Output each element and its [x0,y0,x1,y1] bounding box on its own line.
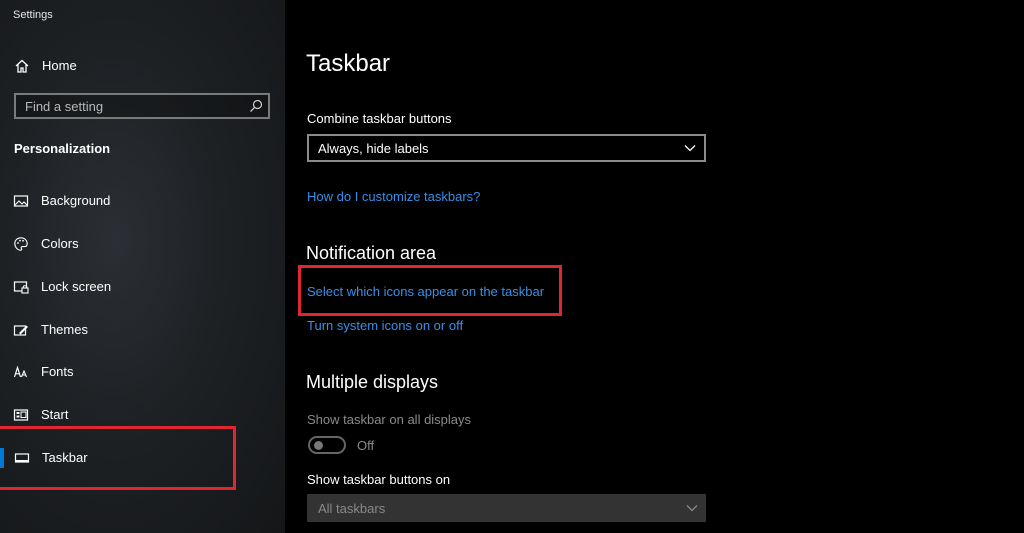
sidebar-item-label: Start [41,407,69,422]
show-buttons-value: All taskbars [318,501,386,516]
sidebar-item-background[interactable]: Background [0,187,285,215]
selection-indicator [0,448,4,468]
section-title: Personalization [14,141,111,156]
home-icon [15,59,29,73]
themes-icon [13,325,28,336]
sidebar-item-lock-screen[interactable]: Lock screen [0,273,285,301]
main-content [285,0,1024,533]
start-icon [13,409,29,421]
combine-label: Combine taskbar buttons [307,111,452,126]
sidebar-item-start[interactable]: Start [0,401,285,429]
combine-taskbar-buttons-select[interactable]: Always, hide labels [307,134,706,162]
show-buttons-on-label: Show taskbar buttons on [307,472,451,487]
picture-icon [13,195,29,207]
sidebar-item-label: Background [41,193,111,208]
sidebar-item-fonts[interactable]: Fonts [0,358,285,386]
sidebar-item-colors[interactable]: Colors [0,230,285,258]
multiple-displays-heading: Multiple displays [306,372,439,392]
lock-screen-icon [13,281,29,294]
system-icons-link[interactable]: Turn system icons on or off [307,318,463,333]
search-input[interactable]: Find a setting [14,93,270,119]
sidebar-item-label: Fonts [41,364,74,379]
sidebar-item-label: Colors [41,236,79,251]
sidebar-item-taskbar[interactable]: Taskbar [0,444,285,472]
chevron-down-icon [684,145,696,152]
search-placeholder: Find a setting [25,99,104,114]
nav-home[interactable]: Home [0,53,285,79]
page-title: Taskbar [306,50,391,77]
notification-area-heading: Notification area [306,243,437,263]
show-buttons-on-select[interactable]: All taskbars [307,494,706,522]
toggle-state-label: Off [357,438,375,453]
fonts-icon [13,365,28,378]
select-icons-link[interactable]: Select which icons appear on the taskbar [307,284,544,299]
sidebar: Settings Home Find a setting Personaliza… [0,0,285,533]
sidebar-item-themes[interactable]: Themes [0,316,285,344]
sidebar-item-label: Taskbar [42,450,88,465]
combine-value: Always, hide labels [318,141,429,156]
app-title: Settings [13,9,53,21]
chevron-down-icon [686,505,698,512]
palette-icon [14,237,28,251]
toggle-knob [314,441,323,450]
sidebar-item-label: Themes [41,322,88,337]
customize-taskbars-link[interactable]: How do I customize taskbars? [307,189,480,204]
sidebar-item-label: Lock screen [41,279,112,294]
nav-home-label: Home [42,58,77,73]
taskbar-icon [14,453,30,463]
search-icon[interactable] [249,99,263,113]
show-all-displays-toggle[interactable] [308,436,346,454]
show-all-displays-label: Show taskbar on all displays [307,412,472,427]
